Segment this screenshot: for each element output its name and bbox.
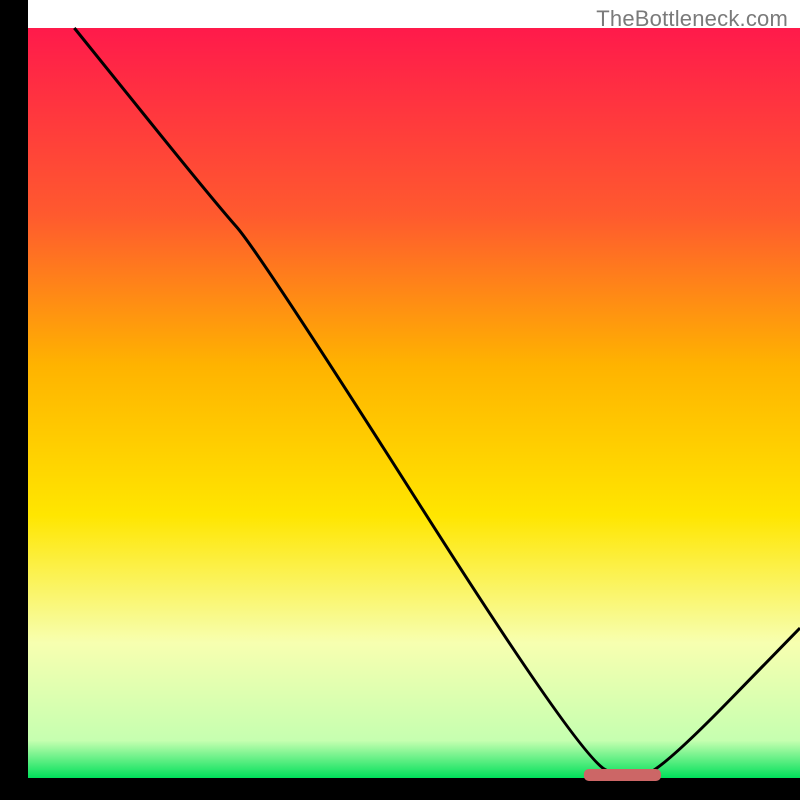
watermark-text: TheBottleneck.com — [596, 6, 788, 32]
chart-container: { "watermark": "TheBottleneck.com", "cha… — [0, 0, 800, 800]
plot-area — [28, 28, 800, 778]
bottleneck-chart — [0, 0, 800, 800]
optimal-range-marker — [584, 769, 661, 781]
x-axis — [0, 778, 800, 800]
y-axis — [0, 0, 28, 800]
